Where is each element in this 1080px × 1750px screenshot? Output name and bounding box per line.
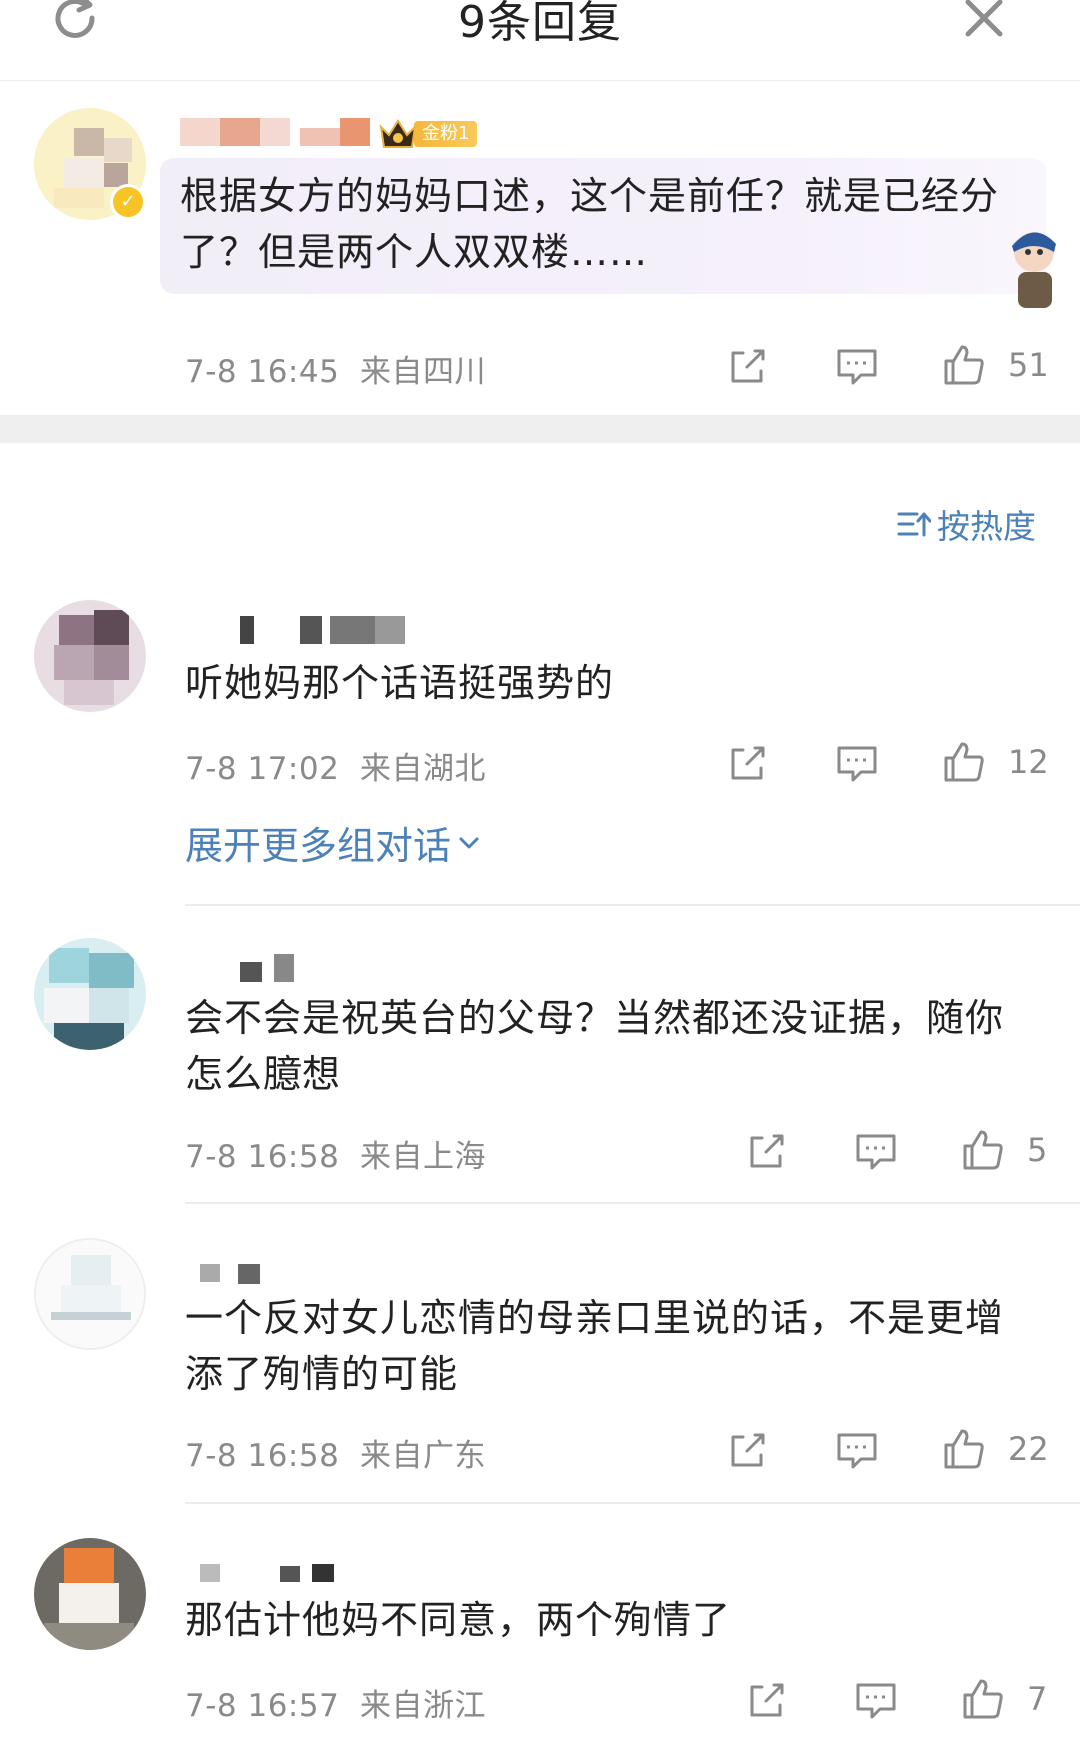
header-bar: 9条回复 [0,0,1080,81]
expand-more-button[interactable]: 展开更多组对话 [185,815,483,870]
share-icon[interactable] [744,1679,788,1723]
like-count: 22 [1008,1430,1049,1468]
sort-icon [897,512,931,537]
sort-label: 按热度 [937,507,1036,546]
reply-text: 那估计他妈不同意，两个殉情了 [185,1598,732,1642]
reply-time: 7-8 16:58 来自上海 [185,1139,487,1175]
share-icon[interactable] [725,742,769,786]
thumbs-up-icon[interactable] [961,1128,1005,1172]
avatar[interactable] [34,1238,146,1350]
avatar[interactable] [34,600,146,712]
close-icon[interactable] [960,0,1008,42]
divider [185,1202,1080,1204]
reply-text: 一个反对女儿恋情的母亲口里说的话，不是更增添了殉情的可能 [185,1296,1005,1396]
divider [185,904,1080,906]
like-count: 51 [1008,346,1049,384]
divider [185,1502,1080,1504]
crown-icon [379,119,417,148]
comment-icon[interactable] [854,1130,898,1174]
username-blurred[interactable] [200,1558,350,1588]
avatar[interactable] [34,1538,146,1650]
avatar[interactable] [34,938,146,1050]
verified-badge: ✓ [110,184,146,220]
expand-more-label: 展开更多组对话 [185,824,452,868]
share-icon[interactable] [725,1429,769,1473]
username-blurred[interactable] [230,616,420,646]
share-icon[interactable] [725,345,769,389]
page-title: 9条回复 [458,0,622,48]
username-blurred[interactable] [200,1258,280,1288]
chevron-down-icon [459,837,479,848]
comment-icon[interactable] [835,1429,879,1473]
thumbs-up-icon[interactable] [942,740,986,784]
thumbs-up-icon[interactable] [942,343,986,387]
reply-time: 7-8 17:02 来自湖北 [185,751,487,787]
like-count: 7 [1027,1680,1048,1718]
thumbs-up-icon[interactable] [942,1427,986,1471]
reply-time: 7-8 16:57 来自浙江 [185,1688,487,1724]
fan-badge: 金粉1 [378,117,478,151]
username-blurred[interactable] [180,118,370,148]
thumbs-up-icon[interactable] [961,1677,1005,1721]
comment-icon[interactable] [835,742,879,786]
section-separator [0,415,1080,443]
like-count: 5 [1027,1131,1048,1169]
fan-badge-label: 金粉1 [414,121,478,147]
reply-text: 听她妈那个话语挺强势的 [185,661,615,705]
share-icon[interactable] [744,1130,788,1174]
like-count: 12 [1008,743,1049,781]
sort-button[interactable]: 按热度 [897,500,1036,548]
reply-text: 会不会是祝英台的父母？当然都还没证据，随你怎么臆想 [185,996,1005,1096]
main-comment-text: 根据女方的妈妈口述，这个是前任？就是已经分了？但是两个人双双楼…… [180,174,1000,274]
reply-time: 7-8 16:58 来自广东 [185,1438,487,1474]
comment-icon[interactable] [835,345,879,389]
comment-time: 7-8 16:45 来自四川 [185,354,487,390]
username-blurred[interactable] [240,954,300,984]
comment-icon[interactable] [854,1679,898,1723]
